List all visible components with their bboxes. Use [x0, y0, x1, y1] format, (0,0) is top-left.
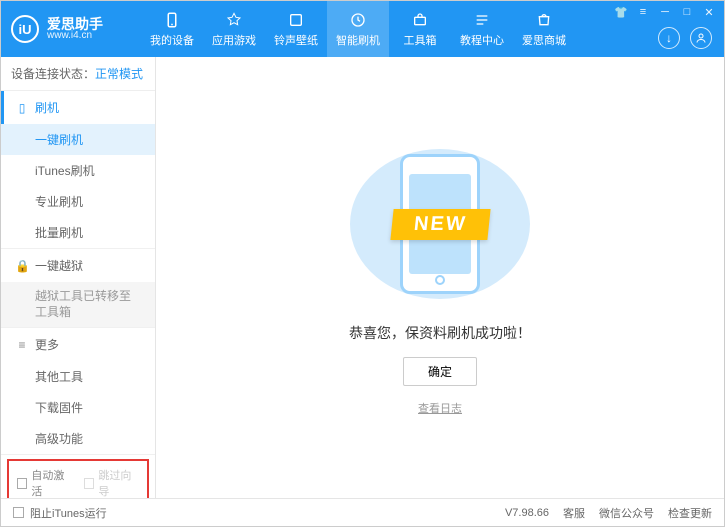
- nav-my-device[interactable]: 我的设备: [141, 1, 203, 57]
- sidebar-item-onekey[interactable]: 一键刷机: [1, 124, 155, 155]
- logo-area: iU 爱思助手 www.i4.cn: [11, 15, 141, 43]
- sidebar-jailbreak-header[interactable]: 🔒 一键越狱: [1, 249, 155, 282]
- download-icon[interactable]: ↓: [658, 27, 680, 49]
- sidebar-item-itunes[interactable]: iTunes刷机: [1, 155, 155, 186]
- sidebar-item-download[interactable]: 下载固件: [1, 392, 155, 423]
- user-icon[interactable]: [690, 27, 712, 49]
- nav-tutorials[interactable]: 教程中心: [451, 1, 513, 57]
- nav-flash[interactable]: 智能刷机: [327, 1, 389, 57]
- success-illustration: NEW: [340, 139, 540, 309]
- app-url: www.i4.cn: [47, 31, 103, 41]
- checkbox-auto-activate[interactable]: 自动激活: [17, 467, 72, 498]
- sidebar-item-pro[interactable]: 专业刷机: [1, 186, 155, 217]
- block-itunes-label[interactable]: 阻止iTunes运行: [30, 505, 107, 521]
- sidebar-more-header[interactable]: ≡ 更多: [1, 328, 155, 361]
- checkbox-icon: [17, 478, 27, 489]
- app-title: 爱思助手: [47, 17, 103, 31]
- nav-store[interactable]: 爱思商城: [513, 1, 575, 57]
- app-header: iU 爱思助手 www.i4.cn 我的设备 应用游戏 铃声壁纸 智能刷机: [1, 1, 724, 57]
- sidebar-item-advanced[interactable]: 高级功能: [1, 423, 155, 454]
- sidebar-item-other[interactable]: 其他工具: [1, 361, 155, 392]
- phone-icon: ▯: [15, 101, 29, 115]
- store-icon: [535, 11, 553, 29]
- nav-toolbox[interactable]: 工具箱: [389, 1, 451, 57]
- toolbox-icon: [411, 11, 429, 29]
- nav-ringtones[interactable]: 铃声壁纸: [265, 1, 327, 57]
- checkbox-skip-guide[interactable]: 跳过向导: [84, 467, 139, 498]
- nav-apps[interactable]: 应用游戏: [203, 1, 265, 57]
- minimize-icon[interactable]: ─: [658, 5, 672, 19]
- logo-icon: iU: [11, 15, 39, 43]
- sidebar: 设备连接状态：正常模式 ▯ 刷机 一键刷机 iTunes刷机 专业刷机 批量刷机…: [1, 57, 156, 498]
- sidebar-flash-header[interactable]: ▯ 刷机: [1, 91, 155, 124]
- sidebar-item-batch[interactable]: 批量刷机: [1, 217, 155, 248]
- maximize-icon[interactable]: □: [680, 5, 694, 19]
- view-log-link[interactable]: 查看日志: [418, 400, 462, 416]
- close-icon[interactable]: ✕: [702, 5, 716, 19]
- success-message: 恭喜您，保资料刷机成功啦！: [349, 323, 531, 343]
- menu-icon[interactable]: ≡: [636, 5, 650, 19]
- wechat-link[interactable]: 微信公众号: [599, 505, 654, 521]
- wallpaper-icon: [287, 11, 305, 29]
- version-label: V7.98.66: [505, 507, 549, 519]
- device-icon: [163, 11, 181, 29]
- lock-icon: 🔒: [15, 259, 29, 273]
- main-content: NEW 恭喜您，保资料刷机成功啦！ 确定 查看日志: [156, 57, 724, 498]
- status-bar: 阻止iTunes运行 V7.98.66 客服 微信公众号 检查更新: [1, 498, 724, 526]
- options-highlight: 自动激活 跳过向导: [7, 459, 149, 498]
- flash-icon: [349, 11, 367, 29]
- new-ribbon: NEW: [390, 209, 490, 240]
- more-icon: ≡: [15, 338, 29, 352]
- tutorial-icon: [473, 11, 491, 29]
- update-link[interactable]: 检查更新: [668, 505, 712, 521]
- skin-icon[interactable]: 👕: [614, 5, 628, 19]
- service-link[interactable]: 客服: [563, 505, 585, 521]
- ok-button[interactable]: 确定: [403, 357, 477, 386]
- connection-status: 设备连接状态：正常模式: [1, 57, 155, 91]
- checkbox-icon: [84, 478, 94, 489]
- apps-icon: [225, 11, 243, 29]
- checkbox-icon[interactable]: [13, 507, 24, 518]
- window-controls: 👕 ≡ ─ □ ✕: [614, 5, 716, 19]
- top-nav: 我的设备 应用游戏 铃声壁纸 智能刷机 工具箱 教程中心: [141, 1, 575, 57]
- sidebar-jailbreak-note: 越狱工具已转移至工具箱: [1, 282, 155, 327]
